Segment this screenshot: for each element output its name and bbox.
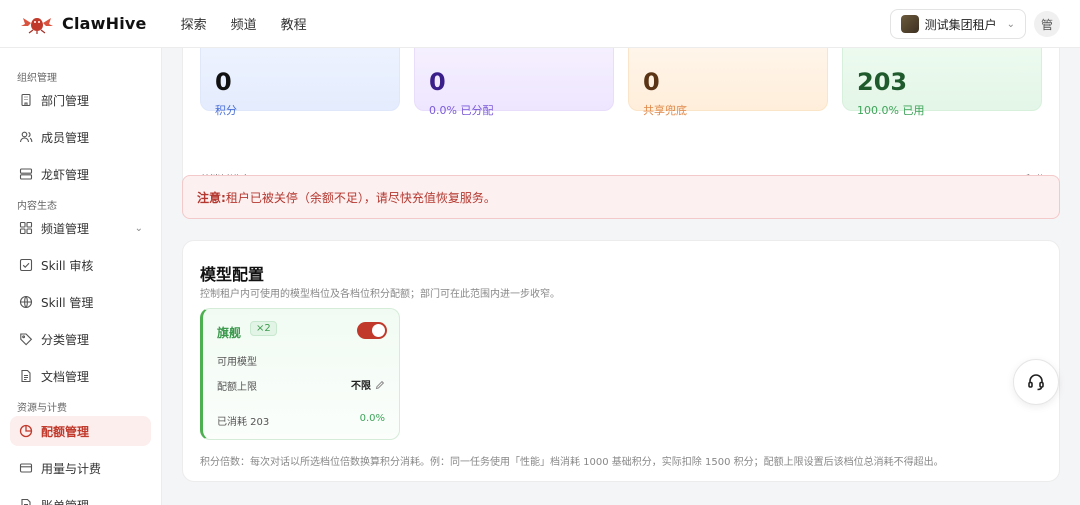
file-icon xyxy=(19,498,33,505)
tier-card-flagship[interactable]: 旗舰 ×2 可用模型 配额上限 不限 已消耗 203 0.0% xyxy=(200,308,400,440)
nav-tutorial[interactable]: 教程 xyxy=(281,14,307,33)
tenant-switcher[interactable]: 测试集团租户 ⌄ xyxy=(889,9,1026,39)
stat-value: 0 xyxy=(215,68,232,96)
stat-card-points: 0 积分 xyxy=(200,39,400,117)
logo[interactable]: ClawHive xyxy=(20,14,147,34)
nav-explore[interactable]: 探索 xyxy=(181,14,207,33)
sidebar-item-label: 账单管理 xyxy=(41,497,89,505)
sidebar-item-lobsters[interactable]: 龙虾管理 xyxy=(10,159,151,189)
stat-label: 100.0% 已用 xyxy=(857,104,925,117)
model-config-title: 模型配置 xyxy=(200,265,265,284)
building-icon xyxy=(19,93,33,107)
stat-label: 积分 xyxy=(215,104,237,117)
nav-channels[interactable]: 频道 xyxy=(231,14,257,33)
limit-value-text: 不限 xyxy=(351,381,371,392)
stat-card-allocated: 0 0.0% 已分配 xyxy=(414,39,614,117)
stat-label: 共享兜底 xyxy=(643,104,687,117)
user-avatar[interactable]: 管 xyxy=(1034,11,1060,37)
tier-name: 旗舰 xyxy=(217,326,242,340)
stat-label: 0.0% 已分配 xyxy=(429,104,494,117)
sidebar-item-label: 成员管理 xyxy=(41,130,90,145)
group-title-org: 组织管理 xyxy=(17,73,57,84)
sidebar-item-skill-review[interactable]: Skill 审核 xyxy=(10,250,151,280)
pie-chart-icon xyxy=(19,424,33,438)
model-config-description: 控制租户内可使用的模型档位及各档位积分配额；部门可在此范围内进一步收窄。 xyxy=(200,289,560,300)
sidebar-item-bills[interactable]: 账单管理 xyxy=(10,490,151,505)
sidebar-item-usage-billing[interactable]: 用量与计费 xyxy=(10,453,151,483)
app-name: ClawHive xyxy=(62,14,147,33)
group-title-billing: 资源与计费 xyxy=(17,403,67,414)
lobster-logo-icon xyxy=(21,17,53,34)
sidebar-item-departments[interactable]: 部门管理 xyxy=(10,85,151,115)
sidebar-item-channels[interactable]: 频道管理 ⌄ xyxy=(10,213,151,243)
tier-multiplier-badge: ×2 xyxy=(250,321,277,336)
sidebar-item-label: 部门管理 xyxy=(41,93,90,108)
top-nav: 探索 频道 教程 xyxy=(181,14,307,33)
consumed-percent: 0.0% xyxy=(359,413,385,424)
model-config-footnote: 积分倍数：每次对话以所选档位倍数换算积分消耗。例：同一任务使用「性能」档消耗 1… xyxy=(200,457,944,468)
sidebar-item-label: 配额管理 xyxy=(41,424,90,439)
sidebar-item-categories[interactable]: 分类管理 xyxy=(10,324,151,354)
globe-icon xyxy=(19,295,33,309)
limit-value[interactable]: 不限 xyxy=(351,377,385,392)
stat-value: 0 xyxy=(429,68,446,96)
grid-icon xyxy=(19,221,33,235)
consumed-label: 已消耗 203 xyxy=(217,417,270,428)
group-title-content: 内容生态 xyxy=(17,201,57,212)
tier-enabled-toggle[interactable] xyxy=(357,322,387,339)
sidebar-item-label: 频道管理 xyxy=(41,221,90,236)
limit-label: 配额上限 xyxy=(217,382,257,393)
sidebar-item-docs[interactable]: 文档管理 xyxy=(10,361,151,391)
tenant-name: 测试集团租户 xyxy=(924,17,997,32)
sidebar-item-members[interactable]: 成员管理 xyxy=(10,122,151,152)
pencil-icon[interactable] xyxy=(375,380,385,390)
sidebar-item-label: 龙虾管理 xyxy=(41,167,90,182)
stat-card-used: 203 100.0% 已用 xyxy=(842,39,1042,117)
sidebar-item-label: 文档管理 xyxy=(41,369,90,384)
support-button[interactable] xyxy=(1013,359,1059,405)
file-icon xyxy=(19,369,33,383)
chevron-down-icon: ⌄ xyxy=(1006,18,1015,30)
stat-card-shared-fallback: 0 共享兜底 xyxy=(628,39,828,117)
main-content: 0 积分 0 0.0% 已分配 0 共享兜底 203 100.0% 已用 总消耗… xyxy=(162,28,1080,505)
alert-prefix: 注意: xyxy=(197,190,226,205)
stat-value: 203 xyxy=(857,68,908,96)
users-icon xyxy=(19,130,33,144)
check-square-icon xyxy=(19,258,33,272)
sidebar-item-quota[interactable]: 配额管理 xyxy=(10,416,151,446)
sidebar-item-label: Skill 管理 xyxy=(41,295,94,310)
sidebar-item-label: Skill 审核 xyxy=(41,258,94,273)
server-icon xyxy=(19,167,33,181)
tag-icon xyxy=(19,332,33,346)
model-config-card: 模型配置 控制租户内可使用的模型档位及各档位积分配额；部门可在此范围内进一步收窄… xyxy=(182,240,1060,482)
headset-icon xyxy=(1028,374,1044,391)
stat-value: 0 xyxy=(643,68,660,96)
sidebar-item-label: 用量与计费 xyxy=(41,461,102,476)
credit-card-icon xyxy=(19,461,33,475)
sidebar-item-label: 分类管理 xyxy=(41,332,90,347)
tenant-avatar xyxy=(900,15,919,33)
available-models-label: 可用模型 xyxy=(217,357,257,368)
chevron-down-icon: ⌄ xyxy=(134,222,143,234)
top-bar: ClawHive 探索 频道 教程 测试集团租户 ⌄ 管 xyxy=(0,0,1080,48)
sidebar-item-skill-manage[interactable]: Skill 管理 xyxy=(10,287,151,317)
suspension-alert: 注意: 租户已被关停（余额不足），请尽快充值恢复服务。 xyxy=(182,175,1060,219)
sidebar: 组织管理 部门管理 成员管理 龙虾管理 内容生态 频道管理 ⌄ Skill 审核 xyxy=(0,48,162,505)
alert-message: 租户已被关停（余额不足），请尽快充值恢复服务。 xyxy=(225,190,496,205)
